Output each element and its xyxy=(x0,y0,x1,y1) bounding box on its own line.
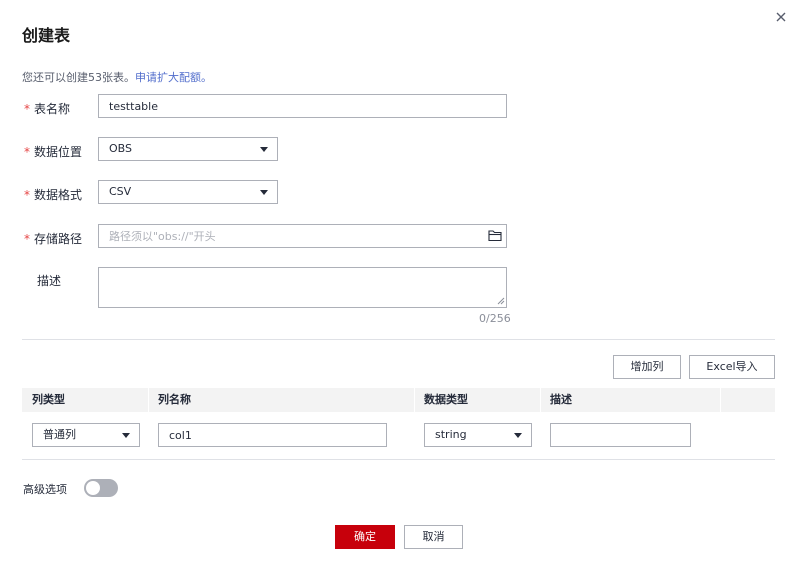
request-quota-link[interactable]: 申请扩大配额。 xyxy=(135,71,212,84)
header-separator xyxy=(148,388,149,412)
create-table-dialog: 创建表 您还可以创建53张表。申请扩大配额。 *表名称 *数据位置 OBS *数… xyxy=(0,0,800,577)
header-data-type: 数据类型 xyxy=(424,393,468,406)
caret-down-icon xyxy=(260,147,268,152)
dialog-title: 创建表 xyxy=(22,26,71,45)
header-column-type: 列类型 xyxy=(32,393,65,406)
required-mark: * xyxy=(24,232,30,246)
description-counter: 0/256 xyxy=(479,312,511,325)
column-type-value: 普通列 xyxy=(43,428,76,441)
header-description: 描述 xyxy=(550,393,572,406)
quota-text: 您还可以创建53张表。 xyxy=(22,71,135,84)
excel-import-button[interactable]: Excel导入 xyxy=(689,355,775,379)
header-separator xyxy=(720,388,721,412)
caret-down-icon xyxy=(122,433,130,438)
required-mark: * xyxy=(24,102,30,116)
section-divider xyxy=(22,339,775,340)
storage-path-label: * 存储路径 xyxy=(24,232,83,246)
data-format-label: * 数据格式 xyxy=(24,188,83,202)
header-separator xyxy=(540,388,541,412)
resize-handle-icon[interactable] xyxy=(497,297,505,305)
quota-notice: 您还可以创建53张表。申请扩大配额。 xyxy=(22,69,212,85)
column-name-input[interactable] xyxy=(158,423,387,447)
description-textarea[interactable] xyxy=(98,267,507,308)
data-location-value: OBS xyxy=(109,142,132,155)
data-format-value: CSV xyxy=(109,185,132,198)
confirm-button[interactable]: 确定 xyxy=(335,525,395,549)
cancel-button[interactable]: 取消 xyxy=(404,525,463,549)
table-row-divider xyxy=(22,459,775,460)
column-type-select[interactable]: 普通列 xyxy=(32,423,140,447)
table-name-input[interactable] xyxy=(98,94,507,118)
advanced-options-label: 高级选项 xyxy=(23,483,67,496)
folder-icon[interactable] xyxy=(488,229,502,242)
data-type-select[interactable]: string xyxy=(424,423,532,447)
toggle-knob xyxy=(86,481,100,495)
required-mark: * xyxy=(24,145,30,159)
header-column-name: 列名称 xyxy=(158,393,191,406)
table-name-label: * 表名称 xyxy=(24,102,71,116)
header-separator xyxy=(414,388,415,412)
columns-table-header: 列类型 列名称 数据类型 描述 xyxy=(22,388,775,412)
advanced-options-toggle[interactable] xyxy=(84,479,118,497)
data-type-value: string xyxy=(435,428,467,441)
caret-down-icon xyxy=(514,433,522,438)
required-mark: * xyxy=(24,188,30,202)
description-label: 描述 xyxy=(37,274,62,288)
data-location-label: * 数据位置 xyxy=(24,145,83,159)
close-icon[interactable] xyxy=(774,10,788,24)
caret-down-icon xyxy=(260,190,268,195)
data-format-select[interactable]: CSV xyxy=(98,180,278,204)
add-column-button[interactable]: 增加列 xyxy=(613,355,681,379)
column-description-input[interactable] xyxy=(550,423,691,447)
storage-path-input[interactable] xyxy=(98,224,507,248)
data-location-select[interactable]: OBS xyxy=(98,137,278,161)
